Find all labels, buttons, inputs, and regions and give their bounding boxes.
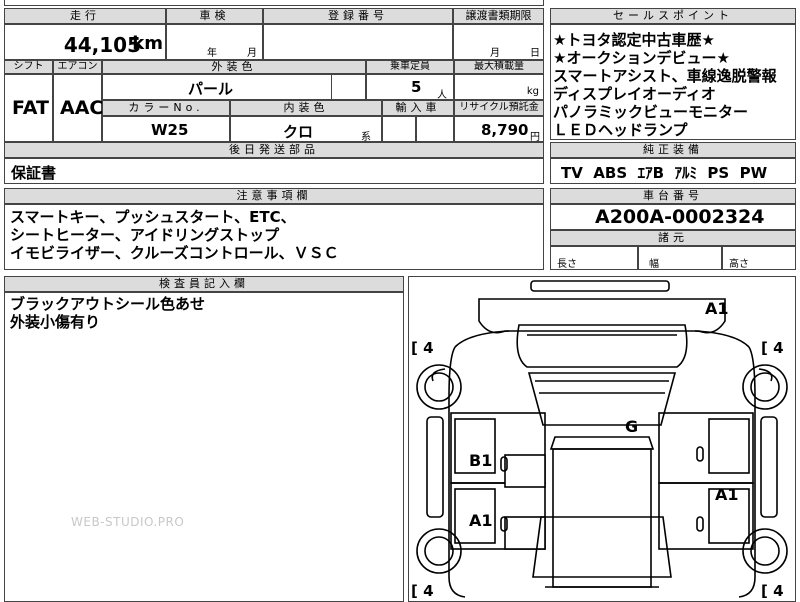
tire-mark-front-left: [ 4 bbox=[411, 339, 434, 357]
color-no-header: カラーNo. bbox=[102, 100, 230, 116]
capacity-cell: 5 人 bbox=[366, 74, 454, 101]
exterior-color-value: パール bbox=[188, 80, 234, 98]
transfer-header: 譲渡書類期限 bbox=[453, 8, 544, 24]
shift-value: FAT bbox=[12, 97, 49, 119]
damage-mark-left-front-door: B1 bbox=[469, 451, 493, 470]
recycle-unit: 円 bbox=[530, 132, 540, 143]
aircon-value: AAC bbox=[60, 97, 104, 119]
sales-point-line: スマートアシスト、車線逸脱警報 bbox=[553, 67, 777, 85]
dimension-height-cell: 高さ bbox=[722, 246, 796, 270]
tire-mark-rear-right: [ 4 bbox=[761, 582, 784, 600]
equipment-cell: TV ABS ｴｱB ｱﾙﾐ PS PW bbox=[550, 158, 796, 184]
damage-mark-roof: G bbox=[625, 417, 639, 436]
exterior-color-cell: パール bbox=[102, 74, 332, 100]
tire-mark-rear-left: [ 4 bbox=[411, 582, 434, 600]
sales-point-line: ★オークションデビュー★ bbox=[553, 49, 730, 67]
aircon-cell: AAC bbox=[53, 74, 104, 142]
mileage-value: 44,105 bbox=[63, 33, 141, 57]
capacity-value: 5 bbox=[411, 78, 422, 96]
damage-mark-front: A1 bbox=[705, 299, 729, 318]
interior-color-cell: クロ 系 bbox=[230, 116, 382, 143]
sales-points-cell: ★トヨタ認定中古車歴★ ★オークションデビュー★ スマートアシスト、車線逸脱警報… bbox=[550, 24, 796, 140]
import-cell-b bbox=[416, 116, 454, 142]
chassis-cell: A200A-0002324 bbox=[550, 204, 796, 230]
car-outline-diagram bbox=[416, 280, 788, 598]
sales-point-line: ディスプレイオーディオ bbox=[553, 85, 716, 103]
inspection-header: 車検 bbox=[166, 8, 263, 24]
mileage-header: 走行 bbox=[4, 8, 166, 24]
equipment-value: TV ABS ｴｱB ｱﾙﾐ PS PW bbox=[561, 164, 768, 182]
shift-cell: FAT bbox=[4, 74, 53, 142]
registration-header: 登録番号 bbox=[263, 8, 453, 24]
registration-cell bbox=[263, 24, 453, 60]
interior-color-suffix: 系 bbox=[361, 132, 371, 143]
recycle-value: 8,790 bbox=[481, 121, 529, 139]
transfer-day-unit: 日 bbox=[530, 48, 540, 59]
transfer-month-unit: 月 bbox=[490, 48, 500, 59]
inspector-line: ブラックアウトシール色あせ bbox=[10, 295, 206, 313]
interior-color-value: クロ bbox=[283, 123, 314, 141]
capacity-header: 乗車定員 bbox=[366, 60, 454, 74]
recycle-header: リサイクル預託金 bbox=[454, 100, 544, 116]
top-cut-strip bbox=[4, 0, 544, 6]
dimension-height-label: 高さ bbox=[729, 259, 749, 270]
max-load-header: 最大積載量 bbox=[454, 60, 544, 74]
inspection-month-unit: 月 bbox=[247, 48, 257, 59]
inspection-year-unit: 年 bbox=[207, 48, 217, 59]
shift-header: シフト bbox=[4, 60, 53, 74]
equipment-header: 純正装備 bbox=[550, 142, 796, 158]
import-header: 輸入車 bbox=[382, 100, 454, 116]
dimension-length-label: 長さ bbox=[557, 259, 577, 270]
notes-cell: スマートキー、プッシュスタート、ETC、 シートヒーター、アイドリングストップ … bbox=[4, 204, 544, 270]
dimensions-header: 諸元 bbox=[550, 230, 796, 246]
inspection-cell: 年 月 bbox=[166, 24, 263, 60]
chassis-value: A200A-0002324 bbox=[595, 206, 765, 228]
aircon-header: エアコン bbox=[53, 60, 102, 74]
inspector-header: 検査員記入欄 bbox=[4, 276, 404, 292]
import-cell-a bbox=[382, 116, 416, 142]
later-parts-header: 後日発送部品 bbox=[4, 142, 544, 158]
tire-mark-front-right: [ 4 bbox=[761, 339, 784, 357]
dimension-length-cell: 長さ bbox=[550, 246, 638, 270]
damage-mark-right-door: A1 bbox=[715, 485, 739, 504]
max-load-cell: kg bbox=[454, 74, 544, 100]
damage-mark-left-rear-door: A1 bbox=[469, 511, 493, 530]
max-load-unit: kg bbox=[526, 86, 539, 97]
sales-point-line: ＬＥＤヘッドランプ bbox=[553, 121, 688, 139]
mileage-cell: 44,105 km bbox=[4, 24, 166, 60]
sales-point-line: ★トヨタ認定中古車歴★ bbox=[553, 31, 715, 49]
car-diagram-panel: [ 4 [ 4 [ 4 [ 4 A1 G B1 A1 A1 bbox=[408, 276, 796, 602]
sales-point-line: パノラミックビューモニター bbox=[553, 103, 749, 121]
mileage-unit: km bbox=[132, 33, 163, 54]
inspector-line: 外装小傷有り bbox=[10, 313, 101, 331]
color-no-cell: W25 bbox=[102, 116, 230, 142]
capacity-unit: 人 bbox=[437, 90, 447, 101]
notes-line: イモビライザー、クルーズコントロール、ＶＳＣ bbox=[10, 244, 339, 262]
interior-color-header: 内装色 bbox=[230, 100, 382, 116]
recycle-cell: 8,790 円 bbox=[454, 116, 544, 143]
exterior-color-extra bbox=[331, 74, 366, 100]
color-no-value: W25 bbox=[151, 121, 189, 139]
transfer-cell: 月 日 bbox=[453, 24, 544, 60]
exterior-color-header: 外装色 bbox=[102, 60, 366, 74]
watermark: WEB-STUDIO.PRO bbox=[71, 515, 185, 529]
notes-header: 注意事項欄 bbox=[4, 188, 544, 204]
chassis-header: 車台番号 bbox=[550, 188, 796, 204]
later-parts-value: 保証書 bbox=[11, 164, 57, 182]
sales-points-header: セールスポイント bbox=[550, 8, 796, 24]
notes-line: シートヒーター、アイドリングストップ bbox=[10, 226, 280, 244]
notes-line: スマートキー、プッシュスタート、ETC、 bbox=[10, 208, 296, 226]
dimension-width-label: 幅 bbox=[649, 259, 659, 270]
inspector-cell: ブラックアウトシール色あせ 外装小傷有り WEB-STUDIO.PRO bbox=[4, 292, 404, 602]
later-parts-cell: 保証書 bbox=[4, 158, 544, 184]
dimension-width-cell: 幅 bbox=[638, 246, 722, 270]
